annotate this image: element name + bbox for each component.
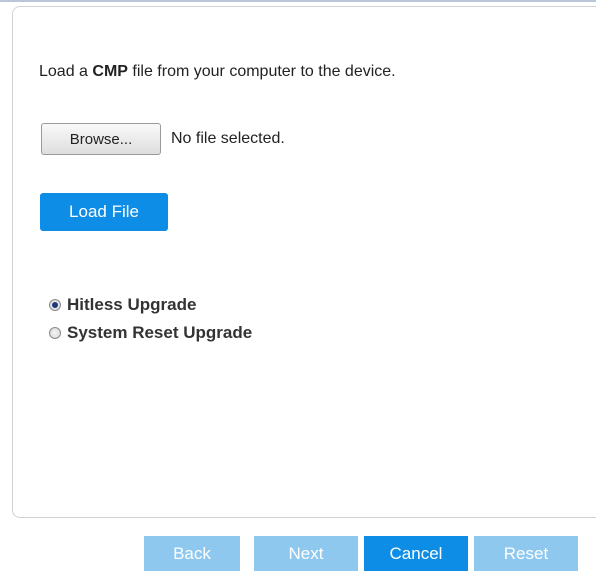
hitless-upgrade-radio[interactable] (49, 299, 61, 311)
wizard-footer: Back Next Cancel Reset (0, 536, 596, 571)
option-system-reset-upgrade[interactable]: System Reset Upgrade (49, 321, 252, 345)
browse-button[interactable]: Browse... (41, 123, 161, 155)
upgrade-panel: Load a CMP file from your computer to th… (12, 6, 596, 518)
top-divider (0, 0, 596, 2)
instruction-suffix: file from your computer to the device. (127, 63, 396, 80)
reset-button[interactable]: Reset (474, 536, 578, 571)
load-file-button[interactable]: Load File (40, 193, 168, 231)
hitless-upgrade-label[interactable]: Hitless Upgrade (67, 295, 196, 315)
option-hitless-upgrade[interactable]: Hitless Upgrade (49, 293, 252, 317)
next-button[interactable]: Next (254, 536, 358, 571)
system-reset-upgrade-radio[interactable] (49, 327, 61, 339)
file-status: No file selected. (171, 130, 285, 147)
instruction-prefix: Load a (39, 63, 93, 80)
upgrade-options: Hitless Upgrade System Reset Upgrade (49, 293, 252, 349)
cancel-button[interactable]: Cancel (364, 536, 468, 571)
instruction-text: Load a CMP file from your computer to th… (39, 63, 396, 81)
file-picker: Browse... No file selected. (41, 122, 285, 156)
file-type-label: CMP (92, 63, 128, 80)
back-button[interactable]: Back (144, 536, 240, 571)
system-reset-upgrade-label[interactable]: System Reset Upgrade (67, 323, 252, 343)
